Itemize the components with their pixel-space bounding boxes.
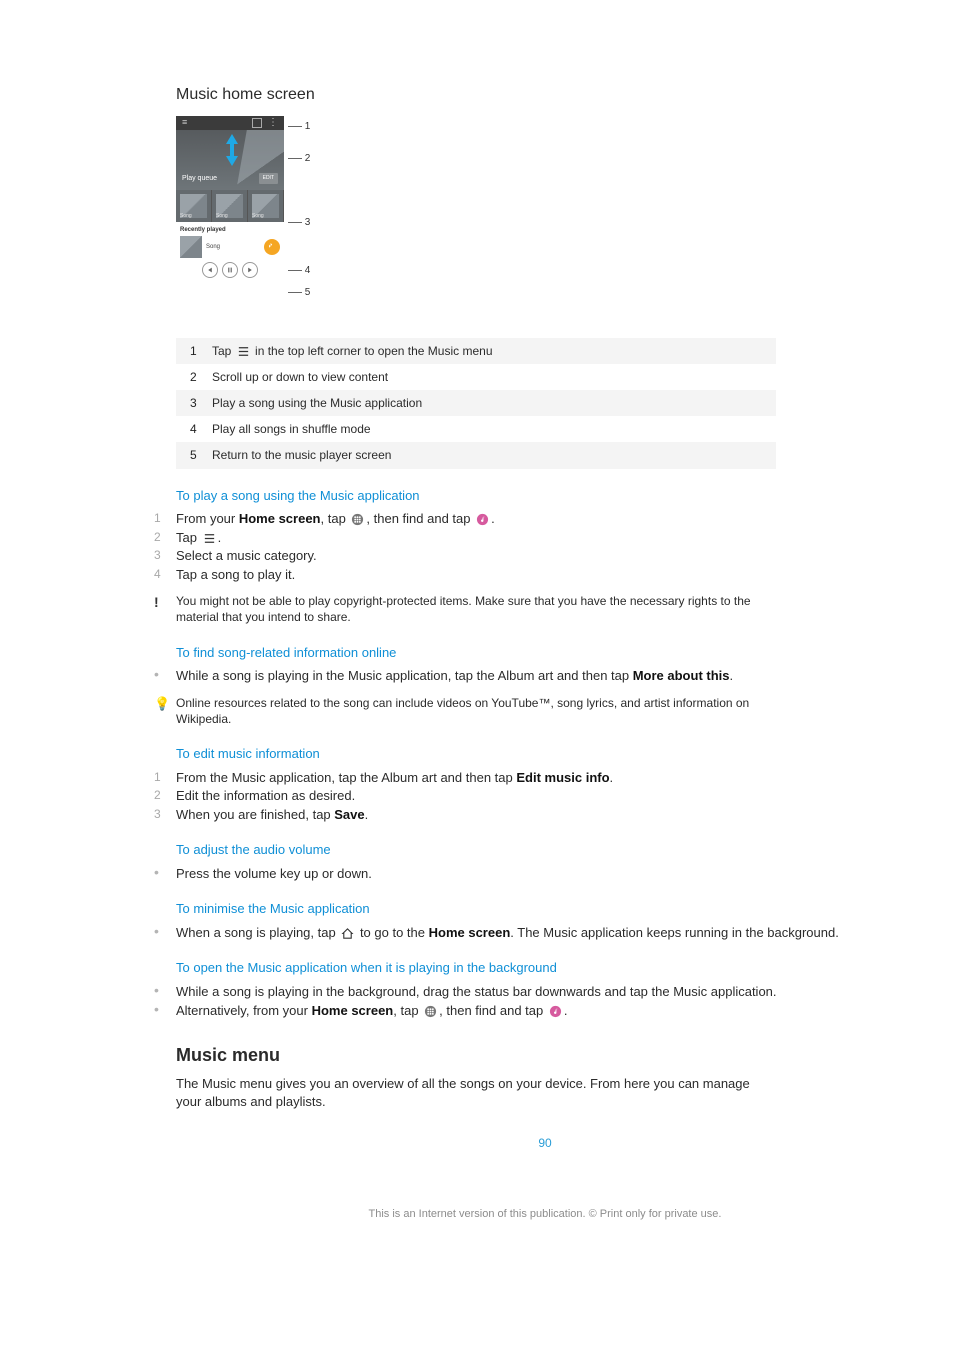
callout-4: 4 [305, 264, 311, 278]
album-thumb [180, 236, 202, 258]
step: 2Edit the information as desired. [176, 787, 914, 805]
section-head: To find song-related information online [176, 644, 914, 662]
play-queue-label: Play queue [182, 174, 217, 183]
more-icon: ⋮ [268, 118, 278, 128]
search-icon [252, 118, 262, 128]
prev-button [202, 262, 218, 278]
legend-row: 2Scroll up or down to view content [176, 364, 776, 390]
bullet-item: •Alternatively, from your Home screen, t… [176, 1002, 914, 1020]
callout-2: 2 [305, 152, 311, 166]
step: 3Select a music category. [176, 547, 914, 565]
edit-button: EDIT [259, 173, 278, 184]
song-label: Song [206, 243, 260, 251]
music-icon [549, 1005, 562, 1018]
step: 4Tap a song to play it. [176, 566, 914, 584]
music-icon [476, 513, 489, 526]
bullet-item: •While a song is playing in the backgrou… [176, 983, 914, 1001]
tip-icon: 💡 [154, 696, 170, 711]
page-title: Music home screen [176, 84, 914, 106]
callout-3: 3 [305, 216, 311, 230]
menu-icon [237, 345, 250, 358]
legend-row: 5Return to the music player screen [176, 442, 776, 468]
footer-note: This is an Internet version of this publ… [176, 1207, 914, 1222]
menu-icon [203, 532, 216, 545]
legend-row: 3Play a song using the Music application [176, 390, 776, 416]
step: 1From the Music application, tap the Alb… [176, 769, 914, 787]
section-head: To adjust the audio volume [176, 841, 914, 859]
recently-played-label: Recently played [176, 222, 284, 236]
pause-button [222, 262, 238, 278]
callout-1: 1 [305, 120, 311, 134]
section-head: To minimise the Music application [176, 900, 914, 918]
legend-table: 1Tap in the top left corner to open the … [176, 338, 776, 469]
section-head: To play a song using the Music applicati… [176, 487, 914, 505]
hamburger-icon: ≡ [182, 118, 187, 127]
legend-row: 1Tap in the top left corner to open the … [176, 338, 776, 364]
tile-label: Song [180, 213, 192, 220]
apps-icon [351, 513, 364, 526]
tile-label: Song [252, 213, 264, 220]
step: 1From your Home screen, tap , then find … [176, 510, 914, 528]
tile-label: Song [216, 213, 228, 220]
apps-icon [424, 1005, 437, 1018]
warning-note: You might not be able to play copyright-… [176, 593, 766, 625]
section-head: To edit music information [176, 745, 914, 763]
callout-5: 5 [305, 286, 311, 300]
legend-row: 4Play all songs in shuffle mode [176, 416, 776, 442]
bullet-item: •When a song is playing, tap to go to th… [176, 924, 914, 942]
music-home-mock: ≡ ⋮ Play queue EDIT Song Song Song Recen… [176, 116, 311, 322]
warning-icon: ! [154, 594, 159, 610]
music-menu-heading: Music menu [176, 1043, 914, 1067]
bullet-item: •While a song is playing in the Music ap… [176, 667, 914, 685]
step: 2Tap . [176, 529, 914, 547]
home-icon [341, 927, 354, 940]
section-head: To open the Music application when it is… [176, 959, 914, 977]
step: 3When you are finished, tap Save. [176, 806, 914, 824]
next-button [242, 262, 258, 278]
page-number: 90 [176, 1135, 914, 1151]
tip-note: Online resources related to the song can… [176, 695, 766, 727]
music-menu-para: The Music menu gives you an overview of … [176, 1075, 776, 1110]
bullet-item: •Press the volume key up or down. [176, 865, 914, 883]
shuffle-button [264, 239, 280, 255]
